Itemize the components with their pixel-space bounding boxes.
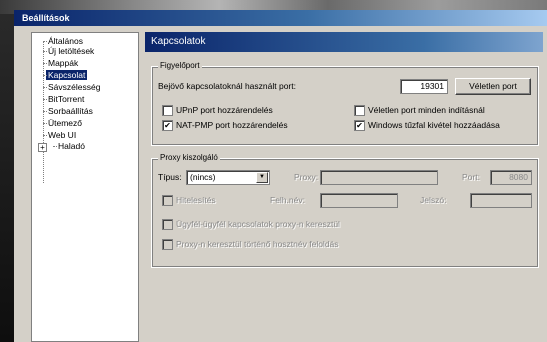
proxy-auth-box[interactable] [162,195,173,206]
random-port-each-start-checkbox[interactable]: Véletlen port minden indításnál [354,105,534,116]
natpmp-checkbox[interactable]: ✔ NAT-PMP port hozzárendelés [162,120,332,131]
proxy-username-label: Felh.név: [270,195,305,205]
tree-item-savszelesseg[interactable]: Sávszélesség [42,82,102,92]
proxy-type-select[interactable]: (nincs) ▼ [186,170,270,185]
tree-item-utemezo[interactable]: Ütemező [42,118,84,128]
natpmp-label: NAT-PMP port hozzárendelés [176,120,288,130]
proxy-type-label: Típus: [158,172,182,182]
hostname-lookup-label: Proxy-n keresztül történő hosztnév felol… [176,239,339,249]
upnp-label: UPnP port hozzárendelés [176,105,273,115]
hostname-lookup-box[interactable] [162,239,173,250]
incoming-port-input[interactable]: 19301 [400,79,448,94]
random-port-each-start-box[interactable] [354,105,365,116]
upnp-checkbox-box[interactable] [162,105,173,116]
tree-item-uj-letoltesek[interactable]: Új letöltések [42,46,96,56]
tree-item-bittorrent[interactable]: BitTorrent [42,94,86,104]
tree-item-kapcsolat[interactable]: Kapcsolat [42,69,89,81]
proxy-port-input[interactable]: 8080 [490,170,532,185]
panel-title: Kapcsolatok [145,32,543,52]
proxy-auth-checkbox[interactable]: Hitelesítés [162,195,262,206]
photo-background-left [0,14,14,342]
random-port-each-start-label: Véletlen port minden indításnál [368,105,485,115]
proxy-password-input[interactable] [470,193,532,208]
firewall-exception-box[interactable]: ✔ [354,120,365,131]
random-port-button[interactable]: Véletlen port [455,78,531,95]
tree-item-halado[interactable]: Haladó [53,141,87,151]
proxy-auth-label: Hitelesítés [176,195,216,205]
window-title: Beállítások [14,10,547,26]
proxy-type-value: (nincs) [190,172,216,182]
preferences-window: Beállítások Általános Új letöltések Mapp… [14,10,547,342]
listening-port-group: Figyelőport Bejövő kapcsolatoknál haszná… [151,61,539,146]
settings-panel: Kapcsolatok Figyelőport Bejövő kapcsolat… [145,32,543,342]
natpmp-checkbox-box[interactable]: ✔ [162,120,173,131]
category-tree: Általános Új letöltések Mappák Kapcsolat… [31,32,139,342]
proxy-password-label: Jelszó: [420,195,447,205]
proxy-username-input[interactable] [320,193,398,208]
proxy-server-group: Proxy kiszolgáló Típus: (nincs) ▼ Proxy:… [151,153,539,268]
proxy-server-group-title: Proxy kiszolgáló [158,153,220,163]
tree-item-mappak[interactable]: Mappák [42,58,80,68]
firewall-exception-checkbox[interactable]: ✔ Windows tűzfal kivétel hozzáadása [354,120,534,131]
hostname-lookup-checkbox[interactable]: Proxy-n keresztül történő hosztnév felol… [162,239,462,250]
chevron-down-icon[interactable]: ▼ [256,172,268,183]
listening-port-group-title: Figyelőport [158,61,202,71]
tree-item-sorbaallitas[interactable]: Sorbaállítás [43,106,95,116]
tree-item-altalanos[interactable]: Általános [43,36,85,46]
incoming-port-label: Bejövő kapcsolatoknál használt port: [158,81,296,91]
proxy-host-input[interactable] [320,170,438,185]
peer-proxy-box[interactable] [162,219,173,230]
firewall-exception-label: Windows tűzfal kivétel hozzáadása [368,120,500,130]
tree-item-web-ui[interactable]: Web UI [42,130,78,140]
proxy-port-label: Port: [462,172,480,182]
upnp-checkbox[interactable]: UPnP port hozzárendelés [162,105,332,116]
proxy-host-label: Proxy: [294,172,319,182]
tree-expander-haladó[interactable]: + [38,143,47,152]
peer-proxy-checkbox[interactable]: Ügyfél-ügyfél kapcsolatok proxy-n keresz… [162,219,422,230]
peer-proxy-label: Ügyfél-ügyfél kapcsolatok proxy-n keresz… [176,219,340,229]
